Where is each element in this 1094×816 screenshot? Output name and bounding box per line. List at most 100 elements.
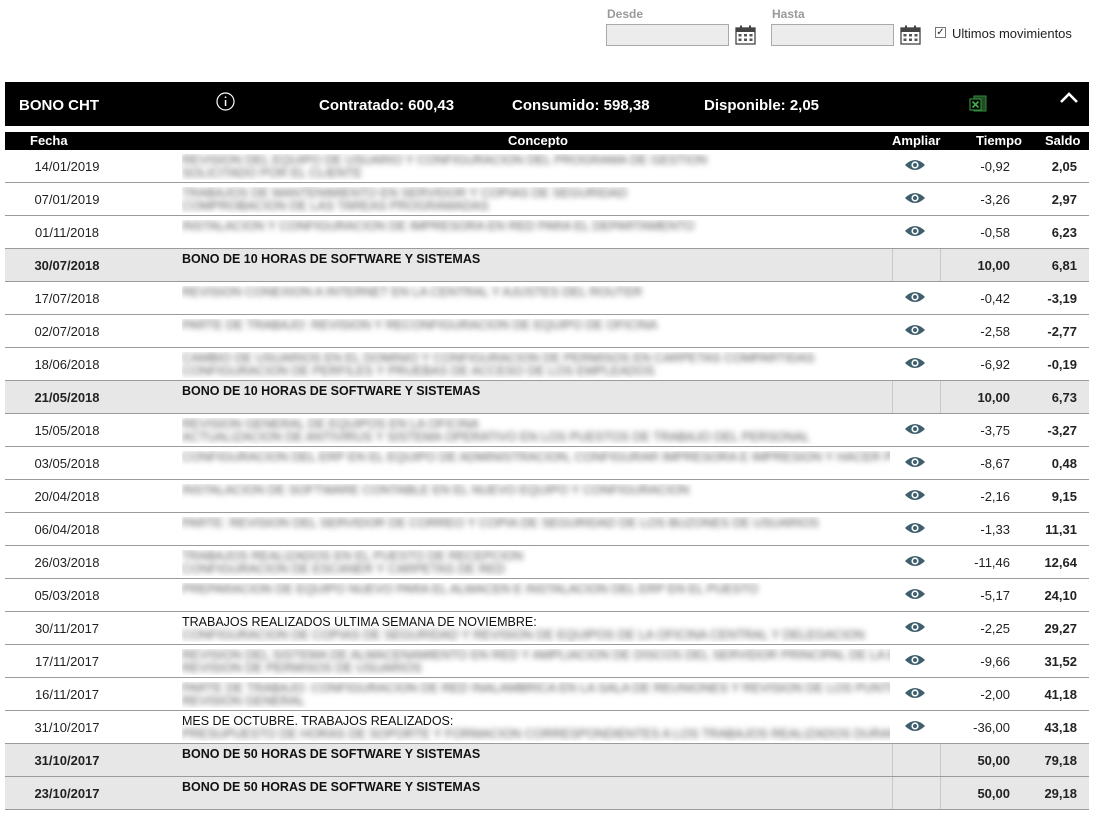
table-row: 26/03/2018 TRABAJOS REALIZADOS EN EL PUES… [5,546,1089,579]
table-row: 17/07/2018 REVISION CONEXION A INTERNET E… [5,282,1089,315]
row-concepto-redacted: PREPARACION DE EQUIPO NUEVO PARA EL ALMA… [182,583,759,596]
row-concepto: CAMBIO DE USUARIOS EN EL DOMINIO Y CONFI… [182,352,890,378]
ampliar-eye-icon[interactable] [904,323,926,337]
row-saldo: 6,81 [1051,258,1077,273]
row-concepto: PARTE DE TRABAJO: CONFIGURACION DE RED I… [182,682,890,708]
row-saldo: -3,19 [1047,291,1077,306]
ampliar-eye-icon[interactable] [904,290,926,304]
ampliar-eye-icon[interactable] [904,455,926,469]
row-fecha: 14/01/2019 [34,159,100,174]
row-concepto: INSTALACION Y CONFIGURACION DE IMPRESORA… [182,220,890,246]
row-fecha: 30/11/2017 [34,621,100,636]
col-concepto[interactable]: Concepto [508,133,568,148]
row-fecha: 05/03/2018 [34,588,100,603]
row-concepto: BONO DE 50 HORAS DE SOFTWARE Y SISTEMAS [182,748,890,774]
row-concepto-redacted: COMPROBACION DE LAS TAREAS PROGRAMADAS [182,199,489,213]
row-saldo: 24,10 [1044,588,1077,603]
row-tiempo: -5,17 [980,588,1010,603]
row-concepto: REVISION DEL EQUIPO DE USUARIO Y CONFIGU… [182,154,890,180]
row-saldo: 2,05 [1051,159,1077,174]
row-concepto-redacted: REVISION CONEXION A INTERNET EN LA CENTR… [182,286,643,299]
row-saldo: 31,52 [1044,654,1077,669]
hasta-label: Hasta [772,7,805,21]
col-fecha[interactable]: Fecha [30,133,68,148]
table-row: 23/10/2017 BONO DE 50 HORAS DE SOFTWARE Y… [5,777,1089,810]
row-fecha: 31/10/2017 [34,720,100,735]
table-row: 02/07/2018 PARTE DE TRABAJO: REVISION Y R… [5,315,1089,348]
row-fecha: 30/07/2018 [34,258,100,273]
row-tiempo: -8,67 [980,456,1010,471]
row-concepto-redacted: INSTALACION Y CONFIGURACION DE IMPRESORA… [182,220,695,233]
table-row: 14/01/2019 REVISION DEL EQUIPO DE USUARIO… [5,150,1089,183]
calendar-icon[interactable] [735,25,756,45]
info-icon[interactable] [216,92,235,111]
table-header: Fecha Concepto Ampliar Tiempo Saldo [5,132,1089,150]
row-tiempo: -6,92 [980,357,1010,372]
row-concepto-redacted: REVISION DE PERMISOS DE USUARIOS [182,661,422,675]
ampliar-eye-icon[interactable] [904,554,926,568]
table-row: 20/04/2018 INSTALACION DE SOFTWARE CONTAB… [5,480,1089,513]
row-concepto-redacted: ACTUALIZACION DE ANTIVIRUS Y SISTEMA OPE… [182,430,810,444]
ampliar-eye-icon[interactable] [904,653,926,667]
row-saldo: -2,77 [1047,324,1077,339]
calendar-icon[interactable] [900,25,921,45]
row-concepto: REVISION DEL SISTEMA DE ALMACENAMIENTO E… [182,649,890,675]
row-saldo: 41,18 [1044,687,1077,702]
table-row: 07/01/2019 TRABAJOS DE MANTENIMIENTO EN S… [5,183,1089,216]
row-fecha: 18/06/2018 [34,357,100,372]
row-tiempo: -0,42 [980,291,1010,306]
table-row: 16/11/2017 PARTE DE TRABAJO: CONFIGURACIO… [5,678,1089,711]
col-tiempo[interactable]: Tiempo [976,133,1022,148]
row-concepto-text: BONO DE 50 HORAS DE SOFTWARE Y SISTEMAS [182,748,481,761]
ampliar-eye-icon[interactable] [904,488,926,502]
hasta-date-input[interactable] [771,24,894,46]
ampliar-eye-icon[interactable] [904,158,926,172]
table-row: 18/06/2018 CAMBIO DE USUARIOS EN EL DOMIN… [5,348,1089,381]
row-tiempo: 10,00 [977,258,1010,273]
table-row: 21/05/2018 BONO DE 10 HORAS DE SOFTWARE Y… [5,381,1089,414]
table-row: 30/07/2018 BONO DE 10 HORAS DE SOFTWARE Y… [5,249,1089,282]
ampliar-eye-icon[interactable] [904,620,926,634]
row-fecha: 26/03/2018 [34,555,100,570]
row-concepto-redacted: PRESUPUESTO DE HORAS DE SOPORTE Y FORMAC… [182,727,890,741]
row-tiempo: -2,58 [980,324,1010,339]
row-concepto-redacted: SOLICITADO POR EL CLIENTE [182,166,362,180]
row-fecha: 03/05/2018 [34,456,100,471]
row-fecha: 01/11/2018 [34,225,100,240]
ampliar-eye-icon[interactable] [904,356,926,370]
row-concepto-redacted: CONFIGURACION DEL ERP EN EL EQUIPO DE AD… [182,451,890,464]
row-concepto-redacted: PARTE: REVISION DEL SERVIDOR DE CORREO Y… [182,517,819,530]
ampliar-eye-icon[interactable] [904,587,926,601]
row-saldo: 2,97 [1051,192,1077,207]
row-saldo: 6,23 [1051,225,1077,240]
row-concepto-redacted: CONFIGURACION DE PERFILES Y PRUEBAS DE A… [182,364,655,378]
ampliar-eye-icon[interactable] [904,191,926,205]
row-concepto: CONFIGURACION DEL ERP EN EL EQUIPO DE AD… [182,451,890,477]
ampliar-eye-icon[interactable] [904,521,926,535]
table-row: 03/05/2018 CONFIGURACION DEL ERP EN EL EQ… [5,447,1089,480]
ampliar-eye-icon[interactable] [904,422,926,436]
ultimos-movimientos-checkbox[interactable]: ✓ [935,27,946,38]
row-fecha: 21/05/2018 [34,390,100,405]
row-saldo: 0,48 [1051,456,1077,471]
desde-date-input[interactable] [606,24,729,46]
col-saldo[interactable]: Saldo [1045,133,1080,148]
row-fecha: 31/10/2017 [34,753,100,768]
row-concepto: TRABAJOS REALIZADOS ÚLTIMA SEMANA DE NOV… [182,616,890,642]
excel-export-icon[interactable] [969,94,989,114]
row-fecha: 17/11/2017 [34,654,100,669]
row-saldo: 29,18 [1044,786,1077,801]
row-concepto: BONO DE 50 HORAS DE SOFTWARE Y SISTEMAS [182,781,890,807]
row-tiempo: -0,92 [980,159,1010,174]
bono-title: BONO CHT [19,97,99,114]
ampliar-eye-icon[interactable] [904,719,926,733]
collapse-chevron-up-icon[interactable] [1058,90,1080,106]
row-tiempo: -2,00 [980,687,1010,702]
ampliar-eye-icon[interactable] [904,224,926,238]
row-concepto: PREPARACION DE EQUIPO NUEVO PARA EL ALMA… [182,583,890,609]
row-concepto-text: BONO DE 50 HORAS DE SOFTWARE Y SISTEMAS [182,781,481,794]
table-row: 01/11/2018 INSTALACION Y CONFIGURACION DE… [5,216,1089,249]
row-concepto-redacted: CONFIGURACION DE COPIAS DE SEGURIDAD Y R… [182,628,865,642]
row-tiempo: 10,00 [977,390,1010,405]
ampliar-eye-icon[interactable] [904,686,926,700]
